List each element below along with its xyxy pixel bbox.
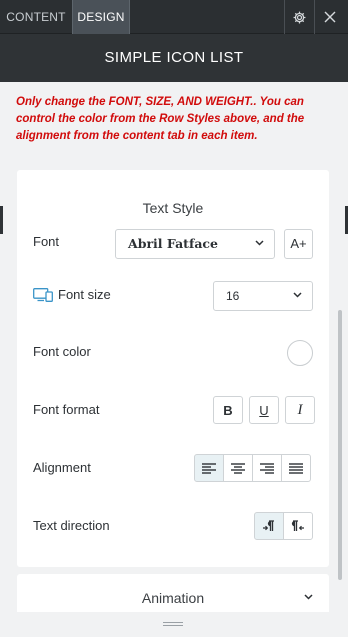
font-label: Font bbox=[33, 234, 60, 249]
italic-button[interactable]: I bbox=[285, 396, 315, 424]
font-color-label: Font color bbox=[33, 344, 91, 359]
font-select-value: Abril Fatface bbox=[128, 236, 218, 251]
font-size-select[interactable]: 16 bbox=[213, 281, 313, 311]
resize-handle-icon[interactable] bbox=[163, 622, 183, 627]
rtl-direction-icon bbox=[291, 520, 304, 531]
instruction-note: Only change the FONT, SIZE, AND WEIGHT..… bbox=[16, 96, 305, 142]
add-font-button[interactable]: A+ bbox=[284, 229, 313, 259]
panel-edge-left bbox=[0, 206, 3, 234]
close-button[interactable] bbox=[314, 0, 344, 34]
font-color-swatch[interactable] bbox=[287, 340, 313, 366]
close-icon bbox=[324, 11, 335, 23]
chevron-down-icon bbox=[304, 594, 313, 600]
align-center-button[interactable] bbox=[223, 454, 253, 482]
align-left-icon bbox=[202, 462, 216, 474]
font-size-value: 16 bbox=[226, 289, 240, 303]
scrollbar[interactable] bbox=[338, 310, 342, 580]
italic-icon: I bbox=[297, 401, 303, 418]
rtl-button[interactable] bbox=[283, 512, 313, 540]
bold-icon: B bbox=[223, 402, 233, 418]
align-right-button[interactable] bbox=[252, 454, 282, 482]
font-select[interactable]: Abril Fatface bbox=[115, 229, 275, 259]
font-size-label: Font size bbox=[58, 287, 111, 302]
font-format-buttons: B U I bbox=[213, 396, 315, 424]
tab-bar: CONTENT DESIGN bbox=[0, 0, 348, 34]
alignment-buttons bbox=[194, 454, 311, 482]
chevron-down-icon bbox=[255, 240, 264, 246]
tab-content[interactable]: CONTENT bbox=[0, 0, 72, 34]
text-style-card: Text Style Font Abril Fatface A+ Font si… bbox=[17, 170, 329, 567]
gear-icon bbox=[293, 11, 306, 23]
alignment-label: Alignment bbox=[33, 460, 91, 475]
text-direction-buttons bbox=[254, 512, 313, 540]
design-panel: Only change the FONT, SIZE, AND WEIGHT..… bbox=[0, 82, 348, 637]
align-left-button[interactable] bbox=[194, 454, 224, 482]
chevron-down-icon bbox=[293, 292, 302, 298]
text-direction-label: Text direction bbox=[33, 518, 110, 533]
module-title: SIMPLE ICON LIST bbox=[0, 34, 348, 82]
text-style-title: Text Style bbox=[142, 200, 204, 216]
tab-design[interactable]: DESIGN bbox=[72, 0, 130, 34]
align-center-icon bbox=[231, 462, 245, 474]
align-right-icon bbox=[260, 462, 274, 474]
resize-bar bbox=[0, 612, 348, 637]
responsive-devices-icon[interactable] bbox=[33, 288, 53, 302]
align-justify-icon bbox=[289, 462, 303, 474]
bold-button[interactable]: B bbox=[213, 396, 243, 424]
font-format-label: Font format bbox=[33, 402, 100, 417]
align-justify-button[interactable] bbox=[281, 454, 311, 482]
ltr-direction-icon bbox=[263, 520, 274, 531]
underline-icon: U bbox=[259, 402, 269, 418]
ltr-button[interactable] bbox=[254, 512, 284, 540]
underline-button[interactable]: U bbox=[249, 396, 279, 424]
animation-label: Animation bbox=[141, 590, 205, 606]
settings-button[interactable] bbox=[284, 0, 314, 34]
